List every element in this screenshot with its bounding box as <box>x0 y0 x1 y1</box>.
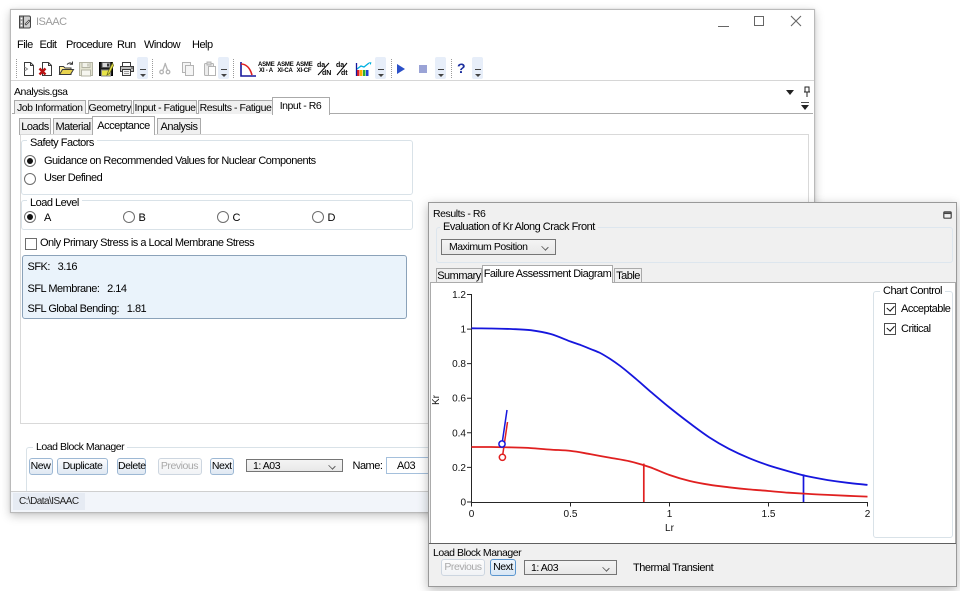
svg-text:0.6: 0.6 <box>452 394 466 405</box>
svg-text:1: 1 <box>667 509 673 520</box>
svg-text:Kr: Kr <box>431 394 442 405</box>
svg-text:0.8: 0.8 <box>452 359 466 370</box>
svg-text:1: 1 <box>460 325 466 336</box>
svg-text:2: 2 <box>865 509 871 520</box>
svg-text:Lr: Lr <box>665 523 675 534</box>
svg-text:dt: dt <box>341 70 348 77</box>
svg-text:0.2: 0.2 <box>452 463 466 474</box>
svg-text:0.5: 0.5 <box>564 509 578 520</box>
svg-text:0: 0 <box>460 498 466 509</box>
svg-text:1.2: 1.2 <box>452 290 466 301</box>
svg-text:1.5: 1.5 <box>762 509 776 520</box>
svg-text:0.4: 0.4 <box>452 428 466 439</box>
svg-text:dN: dN <box>322 70 331 77</box>
svg-text:0: 0 <box>469 509 475 520</box>
